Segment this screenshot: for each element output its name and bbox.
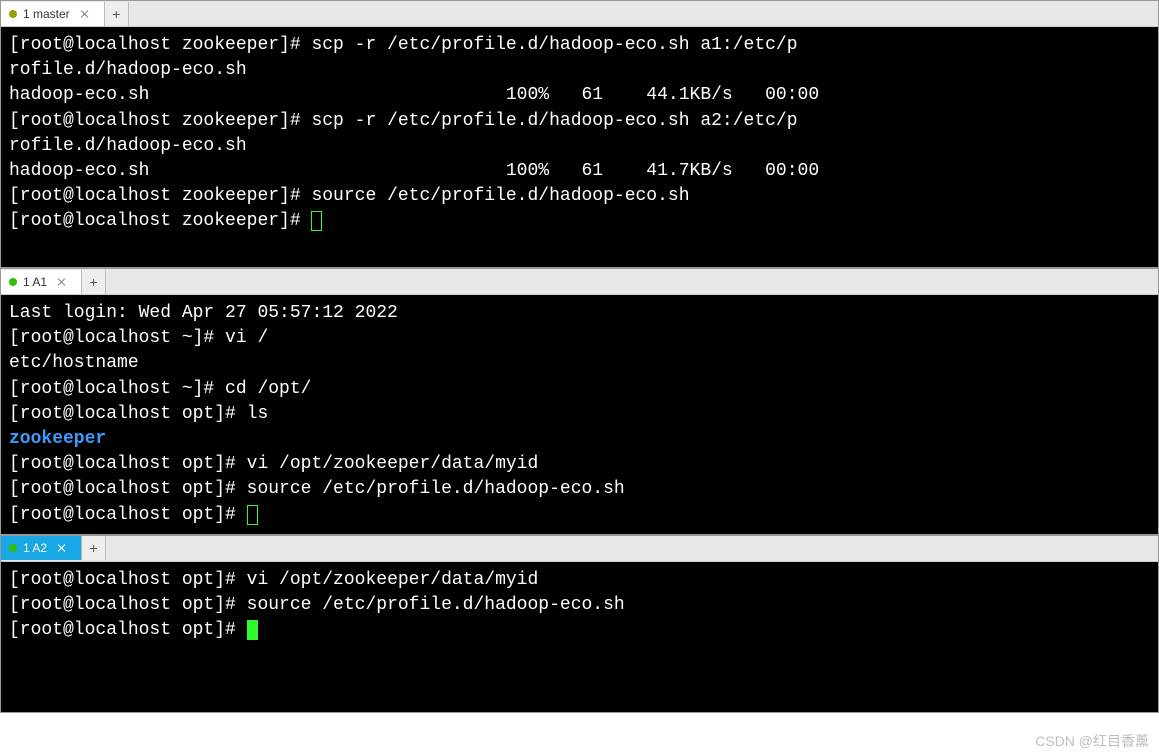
terminal-text: etc/hostname [9, 353, 139, 373]
tab-a1[interactable]: 1 A1 [1, 270, 82, 294]
terminal-text: source /etc/profile.d/hadoop-eco.sh [247, 479, 625, 499]
terminal-text: [root@localhost opt]# [9, 454, 247, 474]
close-icon[interactable] [57, 543, 67, 553]
terminal-line: [root@localhost zookeeper]# scp -r /etc/… [9, 33, 1150, 58]
watermark-text: CSDN @红目香薰 [1035, 731, 1149, 751]
terminal-line: [root@localhost opt]# [9, 618, 1150, 643]
terminal-line: [root@localhost zookeeper]# scp -r /etc/… [9, 109, 1150, 134]
terminal-line: [root@localhost opt]# source /etc/profil… [9, 477, 1150, 502]
terminal-text: [root@localhost opt]# [9, 404, 247, 424]
terminal-text: scp -r /etc/profile.d/hadoop-eco.sh a1:/… [311, 35, 797, 55]
terminal-text: rofile.d/hadoop-eco.sh [9, 60, 247, 80]
status-dot-icon [9, 278, 17, 286]
terminal-line: [root@localhost opt]# vi /opt/zookeeper/… [9, 568, 1150, 593]
terminal-line: Last login: Wed Apr 27 05:57:12 2022 [9, 301, 1150, 326]
terminal-line: [root@localhost zookeeper]# source /etc/… [9, 184, 1150, 209]
terminal-line: rofile.d/hadoop-eco.sh [9, 134, 1150, 159]
terminal-text: [root@localhost opt]# [9, 595, 247, 615]
terminal-text: Last login: Wed Apr 27 05:57:12 2022 [9, 303, 398, 323]
terminal-pane-a2: 1 A2 + [root@localhost opt]# vi /opt/zoo… [0, 535, 1159, 713]
tab-label: 1 master [23, 7, 70, 21]
tabbar-a1: 1 A1 + [1, 269, 1158, 295]
terminal-line: rofile.d/hadoop-eco.sh [9, 58, 1150, 83]
terminal-text: [root@localhost opt]# [9, 505, 247, 525]
terminal-text: hadoop-eco.sh 100% 61 44.1KB/s 00:00 [9, 85, 819, 105]
terminal-text: [root@localhost zookeeper]# [9, 186, 311, 206]
terminal-pane-master: 1 master + [root@localhost zookeeper]# s… [0, 0, 1159, 268]
terminal-pane-a1: 1 A1 + Last login: Wed Apr 27 05:57:12 2… [0, 268, 1159, 535]
status-dot-icon [9, 544, 17, 552]
terminal-text: vi /opt/zookeeper/data/myid [247, 570, 539, 590]
tab-label: 1 A2 [23, 541, 47, 555]
terminal-a1[interactable]: Last login: Wed Apr 27 05:57:12 2022 [roo… [1, 295, 1158, 534]
cursor-icon [311, 211, 322, 231]
terminal-line: etc/hostname [9, 351, 1150, 376]
tab-label: 1 A1 [23, 275, 47, 289]
terminal-line: [root@localhost opt]# vi /opt/zookeeper/… [9, 452, 1150, 477]
terminal-line: hadoop-eco.sh 100% 61 41.7KB/s 00:00 [9, 159, 1150, 184]
terminal-text: zookeeper [9, 429, 106, 449]
close-icon[interactable] [57, 277, 67, 287]
terminal-text: [root@localhost opt]# [9, 570, 247, 590]
terminal-text: hadoop-eco.sh 100% 61 41.7KB/s 00:00 [9, 161, 819, 181]
terminal-line: [root@localhost ~]# cd /opt/ [9, 377, 1150, 402]
terminal-master[interactable]: [root@localhost zookeeper]# scp -r /etc/… [1, 27, 1158, 267]
add-tab-button[interactable]: + [82, 536, 106, 560]
terminal-text: [root@localhost ~]# [9, 379, 225, 399]
cursor-icon [247, 505, 258, 525]
terminal-text: source /etc/profile.d/hadoop-eco.sh [311, 186, 689, 206]
tabbar-a2: 1 A2 + [1, 536, 1158, 562]
terminal-line: [root@localhost opt]# source /etc/profil… [9, 593, 1150, 618]
terminal-text: vi /opt/zookeeper/data/myid [247, 454, 539, 474]
terminal-line: hadoop-eco.sh 100% 61 44.1KB/s 00:00 [9, 83, 1150, 108]
close-icon[interactable] [80, 9, 90, 19]
terminal-line: [root@localhost opt]# ls [9, 402, 1150, 427]
terminal-line: [root@localhost opt]# [9, 503, 1150, 528]
terminal-text: [root@localhost opt]# [9, 620, 247, 640]
tab-master[interactable]: 1 master [1, 2, 105, 26]
terminal-text: vi / [225, 328, 268, 348]
terminal-text: [root@localhost ~]# [9, 328, 225, 348]
terminal-text: [root@localhost zookeeper]# [9, 35, 311, 55]
terminal-text: scp -r /etc/profile.d/hadoop-eco.sh a2:/… [311, 111, 797, 131]
terminal-text: cd /opt/ [225, 379, 311, 399]
terminal-line: zookeeper [9, 427, 1150, 452]
add-tab-button[interactable]: + [105, 2, 129, 26]
terminal-text: [root@localhost opt]# [9, 479, 247, 499]
status-dot-icon [9, 10, 17, 18]
terminal-line: [root@localhost zookeeper]# [9, 209, 1150, 234]
terminal-text: [root@localhost zookeeper]# [9, 211, 311, 231]
terminal-text: source /etc/profile.d/hadoop-eco.sh [247, 595, 625, 615]
add-tab-button[interactable]: + [82, 270, 106, 294]
terminal-text: [root@localhost zookeeper]# [9, 111, 311, 131]
tabbar-master: 1 master + [1, 1, 1158, 27]
terminal-text: ls [247, 404, 269, 424]
tab-a2[interactable]: 1 A2 [1, 536, 82, 560]
terminal-line: [root@localhost ~]# vi / [9, 326, 1150, 351]
terminal-a2[interactable]: [root@localhost opt]# vi /opt/zookeeper/… [1, 562, 1158, 712]
terminal-text: rofile.d/hadoop-eco.sh [9, 136, 247, 156]
cursor-icon [247, 620, 258, 640]
